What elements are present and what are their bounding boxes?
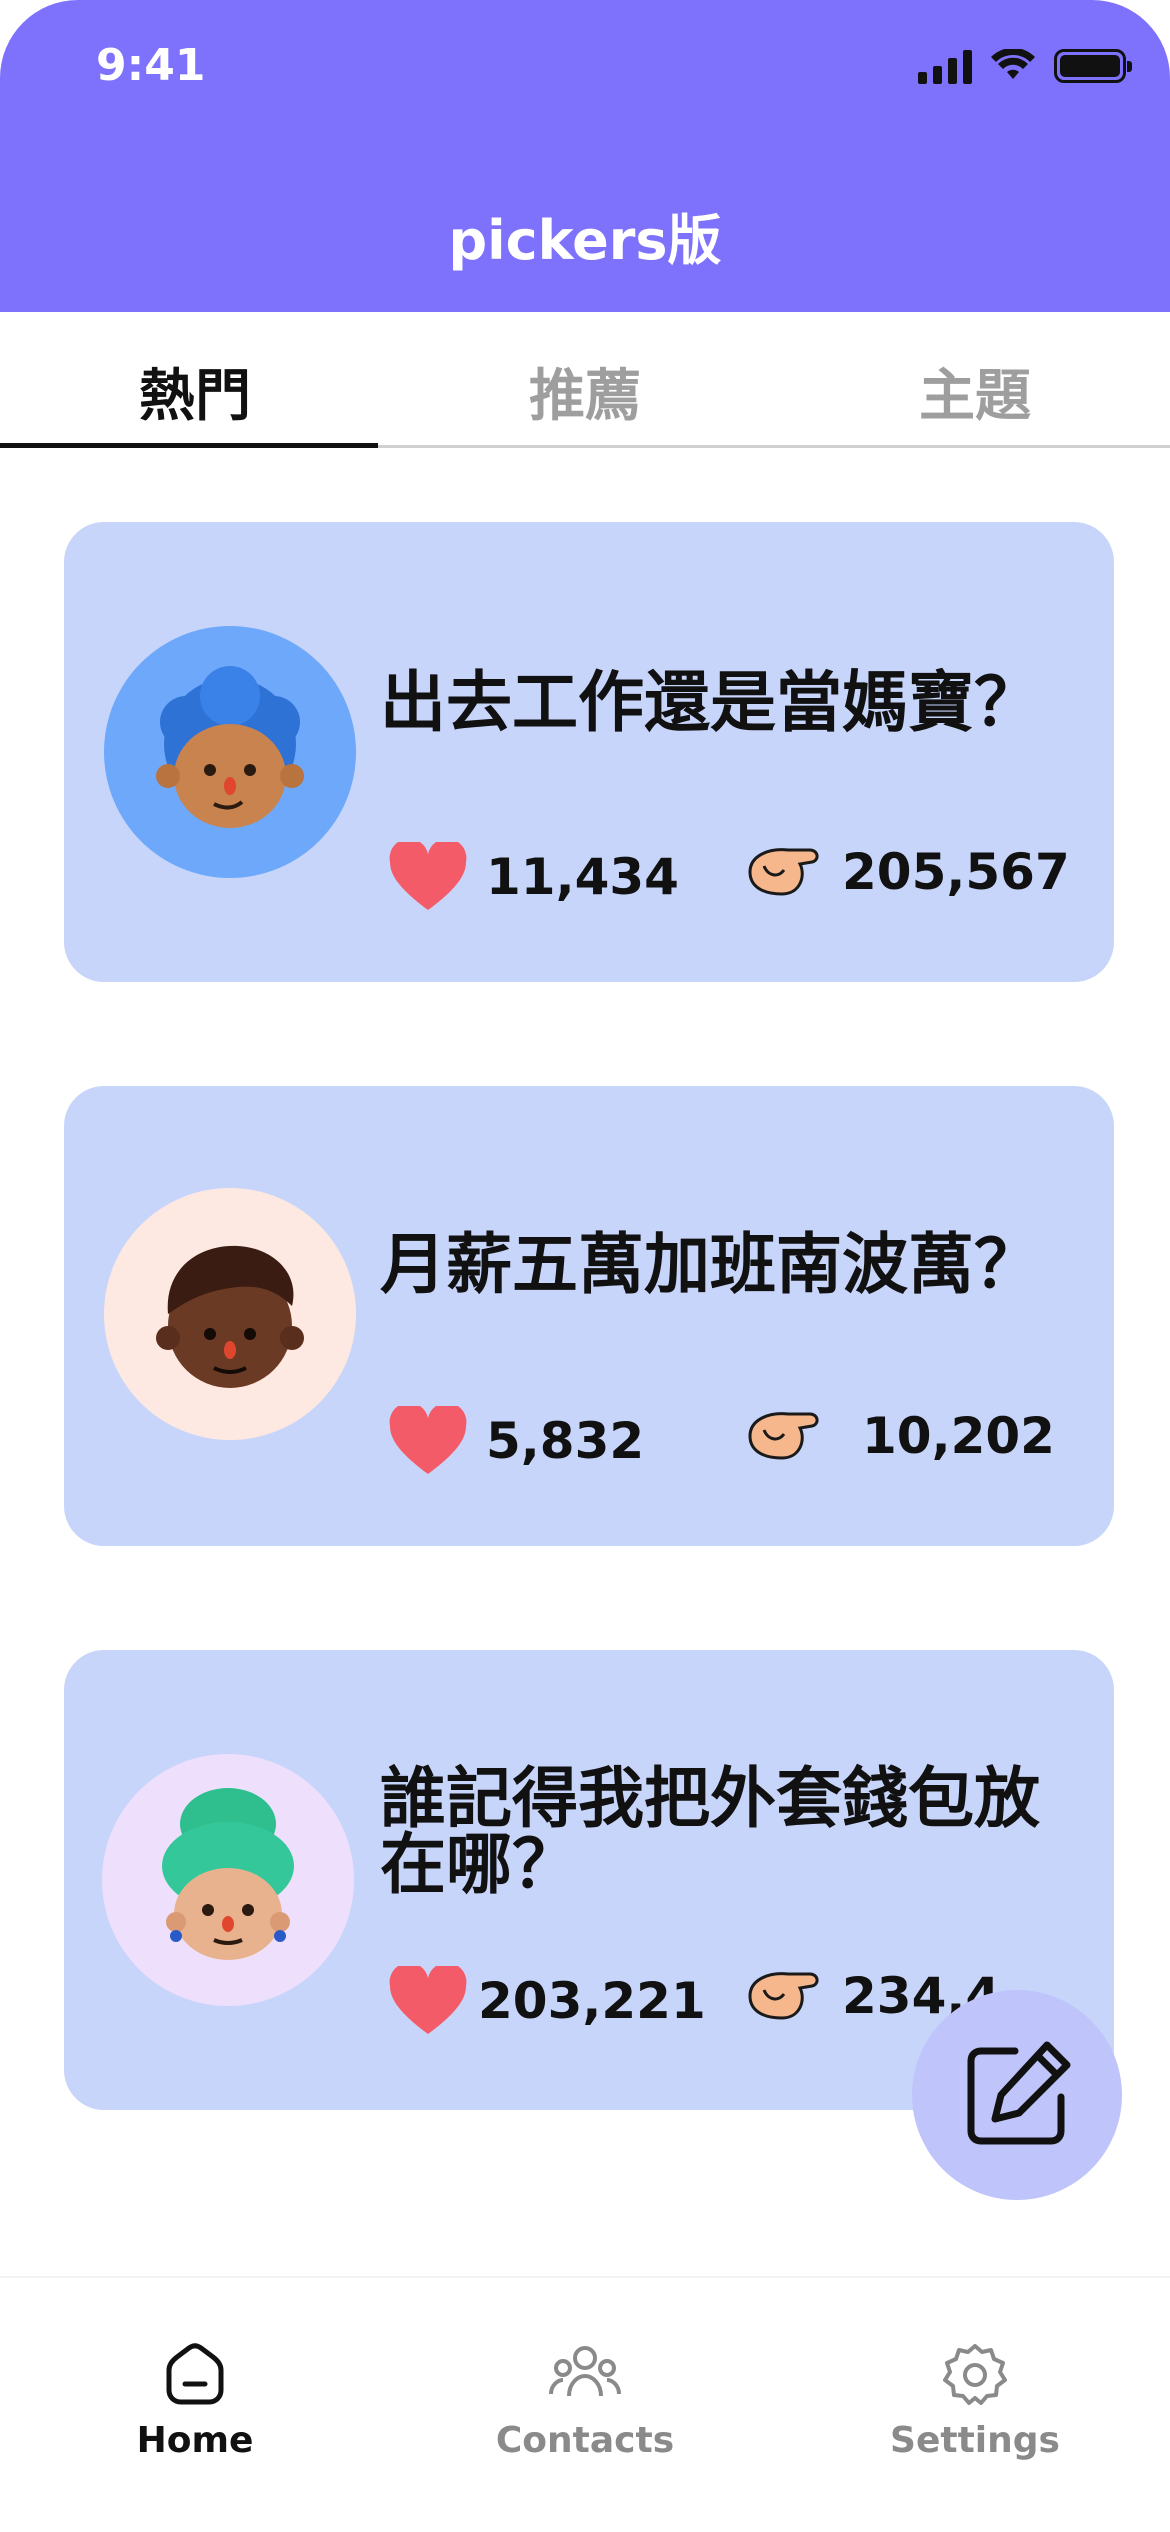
- like-count: 5,832: [486, 1412, 645, 1470]
- wifi-icon: [991, 49, 1035, 79]
- post-title: 誰記得我把外套錢包放在哪？: [380, 1760, 1040, 1903]
- contacts-icon: [549, 2346, 621, 2397]
- signal-icon: [918, 48, 972, 84]
- like-stat[interactable]: 5,832: [388, 1406, 644, 1476]
- avatar-short-hair-icon: [156, 1245, 304, 1388]
- nav-settings[interactable]: Settings: [780, 2278, 1170, 2532]
- tab-bar: 熱門 推薦 主題: [0, 352, 1170, 448]
- pick-hand-icon: [748, 1412, 819, 1460]
- avatar-blue-hair-icon: [156, 666, 304, 828]
- nav-home-label: Home: [136, 2420, 254, 2461]
- post-card[interactable]: 月薪五萬加班南波萬？ 5,832 10,202: [64, 1086, 1114, 1546]
- post-card[interactable]: 出去工作還是當媽寶？ 11,434 205,567: [64, 522, 1114, 982]
- settings-icon: [943, 2344, 1007, 2405]
- pick-count: 10,202: [862, 1407, 1055, 1465]
- like-stat[interactable]: 11,434: [388, 842, 679, 912]
- pick-stat[interactable]: 10,202: [744, 1406, 1055, 1466]
- like-count: 11,434: [486, 848, 679, 906]
- pick-count: 205,567: [842, 843, 1070, 901]
- bottom-nav: Home Contacts Settings: [0, 2276, 1170, 2532]
- page-title: pickers版: [448, 209, 722, 272]
- status-icons: [918, 48, 1132, 84]
- home-icon: [166, 2343, 224, 2405]
- heart-icon: [389, 842, 467, 910]
- nav-contacts-label: Contacts: [495, 2420, 675, 2461]
- avatar-green-hair-icon: [162, 1788, 294, 1960]
- pick-stat[interactable]: 205,567: [744, 842, 1070, 902]
- compose-button[interactable]: [912, 1990, 1122, 2200]
- tab-hot[interactable]: 熱門: [0, 352, 390, 448]
- tab-recommended[interactable]: 推薦: [390, 352, 780, 445]
- battery-icon: [1054, 49, 1132, 83]
- heart-icon: [389, 1406, 467, 1474]
- heart-icon: [389, 1966, 467, 2034]
- nav-contacts[interactable]: Contacts: [390, 2278, 780, 2532]
- nav-home[interactable]: Home: [0, 2278, 390, 2532]
- tab-topics[interactable]: 主題: [780, 352, 1170, 445]
- avatar: [102, 1754, 354, 2006]
- avatar: [104, 626, 356, 878]
- post-title: 出去工作還是當媽寶？: [380, 664, 1040, 741]
- edit-icon: [967, 2041, 1071, 2145]
- app-header: 9:41 pickers版: [0, 0, 1170, 312]
- pick-hand-icon: [748, 1972, 819, 2020]
- like-count: 203,221: [478, 1972, 706, 2030]
- post-title: 月薪五萬加班南波萬？: [380, 1226, 1040, 1303]
- like-stat[interactable]: 203,221: [388, 1966, 706, 2036]
- status-time: 9:41: [96, 40, 206, 91]
- nav-settings-label: Settings: [890, 2420, 1060, 2461]
- avatar: [104, 1188, 356, 1440]
- pick-hand-icon: [748, 848, 819, 896]
